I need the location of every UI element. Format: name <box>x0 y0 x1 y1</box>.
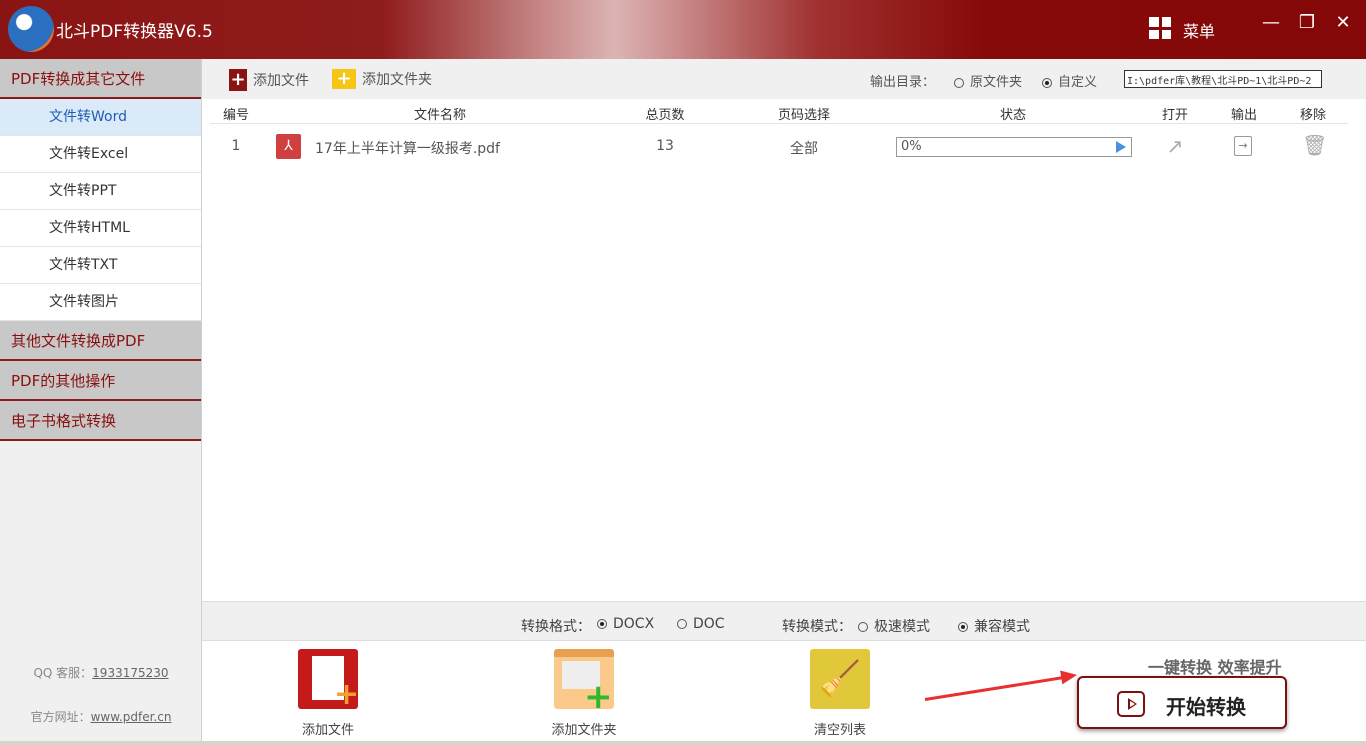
menu-grid-icon[interactable] <box>1149 17 1171 39</box>
restore-icon[interactable]: ❐ <box>1295 12 1319 33</box>
add-folder-big-label: 添加文件夹 <box>551 723 616 738</box>
mode-label: 转换模式： <box>782 616 852 636</box>
add-file-icon: + <box>229 69 247 91</box>
output-dir-label: 输出目录： <box>870 71 935 90</box>
qq-link[interactable]: 1933175230 <box>92 666 168 680</box>
title-bar: 北斗PDF转换器V6.5 菜单 — ❐ ✕ <box>0 0 1366 59</box>
sidebar-group-ebook[interactable]: 电子书格式转换 <box>0 401 201 441</box>
start-convert-label: 开始转换 <box>1166 691 1246 720</box>
mode-compat-radio[interactable]: 兼容模式 <box>958 616 1030 636</box>
output-custom-label: 自定义 <box>1058 75 1097 90</box>
row-pages: 13 <box>630 138 700 154</box>
col-remove: 移除 <box>1288 104 1338 123</box>
sidebar-item-html[interactable]: 文件转HTML <box>0 210 201 247</box>
add-folder-big-button[interactable]: + 添加文件夹 <box>524 649 644 738</box>
output-icon[interactable]: → <box>1234 136 1252 156</box>
col-status: 状态 <box>980 104 1046 123</box>
pdf-file-icon: ⅄ <box>276 134 301 159</box>
options-bar: 转换格式： DOCX DOC 转换模式： 极速模式 兼容模式 <box>202 601 1366 641</box>
format-doc-radio[interactable]: DOC <box>677 616 725 632</box>
row-range[interactable]: 全部 <box>764 138 844 158</box>
progress-bar: 0% <box>896 137 1132 157</box>
output-custom-radio[interactable]: 自定义 <box>1042 71 1097 90</box>
add-folder-button[interactable]: + 添加文件夹 <box>332 69 432 89</box>
broom-icon: 🧹 <box>810 649 870 709</box>
sidebar-item-word[interactable]: 文件转Word <box>0 99 201 136</box>
col-pages: 总页数 <box>630 104 700 123</box>
output-original-radio[interactable]: 原文件夹 <box>954 71 1022 90</box>
site-link[interactable]: www.pdfer.cn <box>91 710 172 724</box>
trash-icon[interactable]: 🗑 <box>1302 133 1326 157</box>
slogan: 一键转换 效率提升 <box>1148 654 1282 678</box>
add-folder-icon: + <box>332 69 356 89</box>
col-range: 页码选择 <box>764 104 844 123</box>
app-logo <box>8 6 54 52</box>
col-no: 编号 <box>210 104 262 123</box>
mode-fast-radio[interactable]: 极速模式 <box>858 616 930 636</box>
website: 官方网址：www.pdfer.cn <box>0 708 202 725</box>
format-label: 转换格式： <box>521 616 591 636</box>
action-panel: + 添加文件 + 添加文件夹 🧹 清空列表 一键转换 效率提升 开始转换 <box>202 641 1366 741</box>
site-label: 官方网址： <box>31 710 91 724</box>
qq-label: QQ 客服： <box>33 666 92 680</box>
app-title: 北斗PDF转换器V6.5 <box>56 17 213 42</box>
sidebar-group-pdf-ops[interactable]: PDF的其他操作 <box>0 361 201 401</box>
sidebar-item-image[interactable]: 文件转图片 <box>0 284 201 321</box>
close-icon[interactable]: ✕ <box>1331 12 1355 33</box>
sidebar-item-excel[interactable]: 文件转Excel <box>0 136 201 173</box>
sidebar-item-txt[interactable]: 文件转TXT <box>0 247 201 284</box>
output-original-label: 原文件夹 <box>970 75 1022 90</box>
sidebar-group-other-to-pdf[interactable]: 其他文件转换成PDF <box>0 321 201 361</box>
output-path-input[interactable]: I:\pdfer库\教程\北斗PD~1\北斗PD~2 <box>1124 70 1322 88</box>
table-row[interactable]: 1 ⅄ 17年上半年计算一级报考.pdf 13 全部 0% ↗ → 🗑 <box>210 130 1348 164</box>
play-icon <box>1117 691 1145 717</box>
col-open: 打开 <box>1150 104 1200 123</box>
add-file-big-button[interactable]: + 添加文件 <box>268 649 388 738</box>
progress-text: 0% <box>901 139 922 154</box>
clear-list-button[interactable]: 🧹 清空列表 <box>780 649 900 738</box>
table-header: 编号 文件名称 总页数 页码选择 状态 打开 输出 移除 <box>210 100 1348 124</box>
toolbar: + 添加文件 + 添加文件夹 输出目录： 原文件夹 自定义 I:\pdfer库\教程… <box>202 59 1366 99</box>
compat-label: 兼容模式 <box>974 619 1030 635</box>
sidebar: PDF转换成其它文件 文件转Word 文件转Excel 文件转PPT 文件转HT… <box>0 59 202 741</box>
col-output: 输出 <box>1219 104 1269 123</box>
doc-label: DOC <box>693 616 725 632</box>
play-icon[interactable] <box>1116 141 1126 153</box>
add-file-big-label: 添加文件 <box>302 723 354 738</box>
menu-button[interactable]: 菜单 <box>1183 18 1215 42</box>
fast-label: 极速模式 <box>874 619 930 635</box>
add-folder-icon: + <box>554 649 614 709</box>
add-folder-label: 添加文件夹 <box>362 69 432 89</box>
docx-label: DOCX <box>613 616 654 632</box>
add-file-label: 添加文件 <box>253 70 309 90</box>
add-file-doc-icon: + <box>298 649 358 709</box>
clear-list-label: 清空列表 <box>814 723 866 738</box>
sidebar-item-ppt[interactable]: 文件转PPT <box>0 173 201 210</box>
format-docx-radio[interactable]: DOCX <box>597 616 654 632</box>
start-convert-button[interactable]: 开始转换 <box>1077 676 1287 729</box>
open-external-icon[interactable]: ↗ <box>1163 134 1187 158</box>
minimize-icon[interactable]: — <box>1259 12 1283 33</box>
col-name: 文件名称 <box>390 104 490 123</box>
sidebar-group-pdf-to-other[interactable]: PDF转换成其它文件 <box>0 59 201 99</box>
add-file-button[interactable]: + 添加文件 <box>229 69 309 91</box>
qq-support: QQ 客服：1933175230 <box>0 664 202 681</box>
row-no: 1 <box>210 138 262 154</box>
row-filename: 17年上半年计算一级报考.pdf <box>315 138 500 158</box>
status-bar <box>0 741 1366 745</box>
